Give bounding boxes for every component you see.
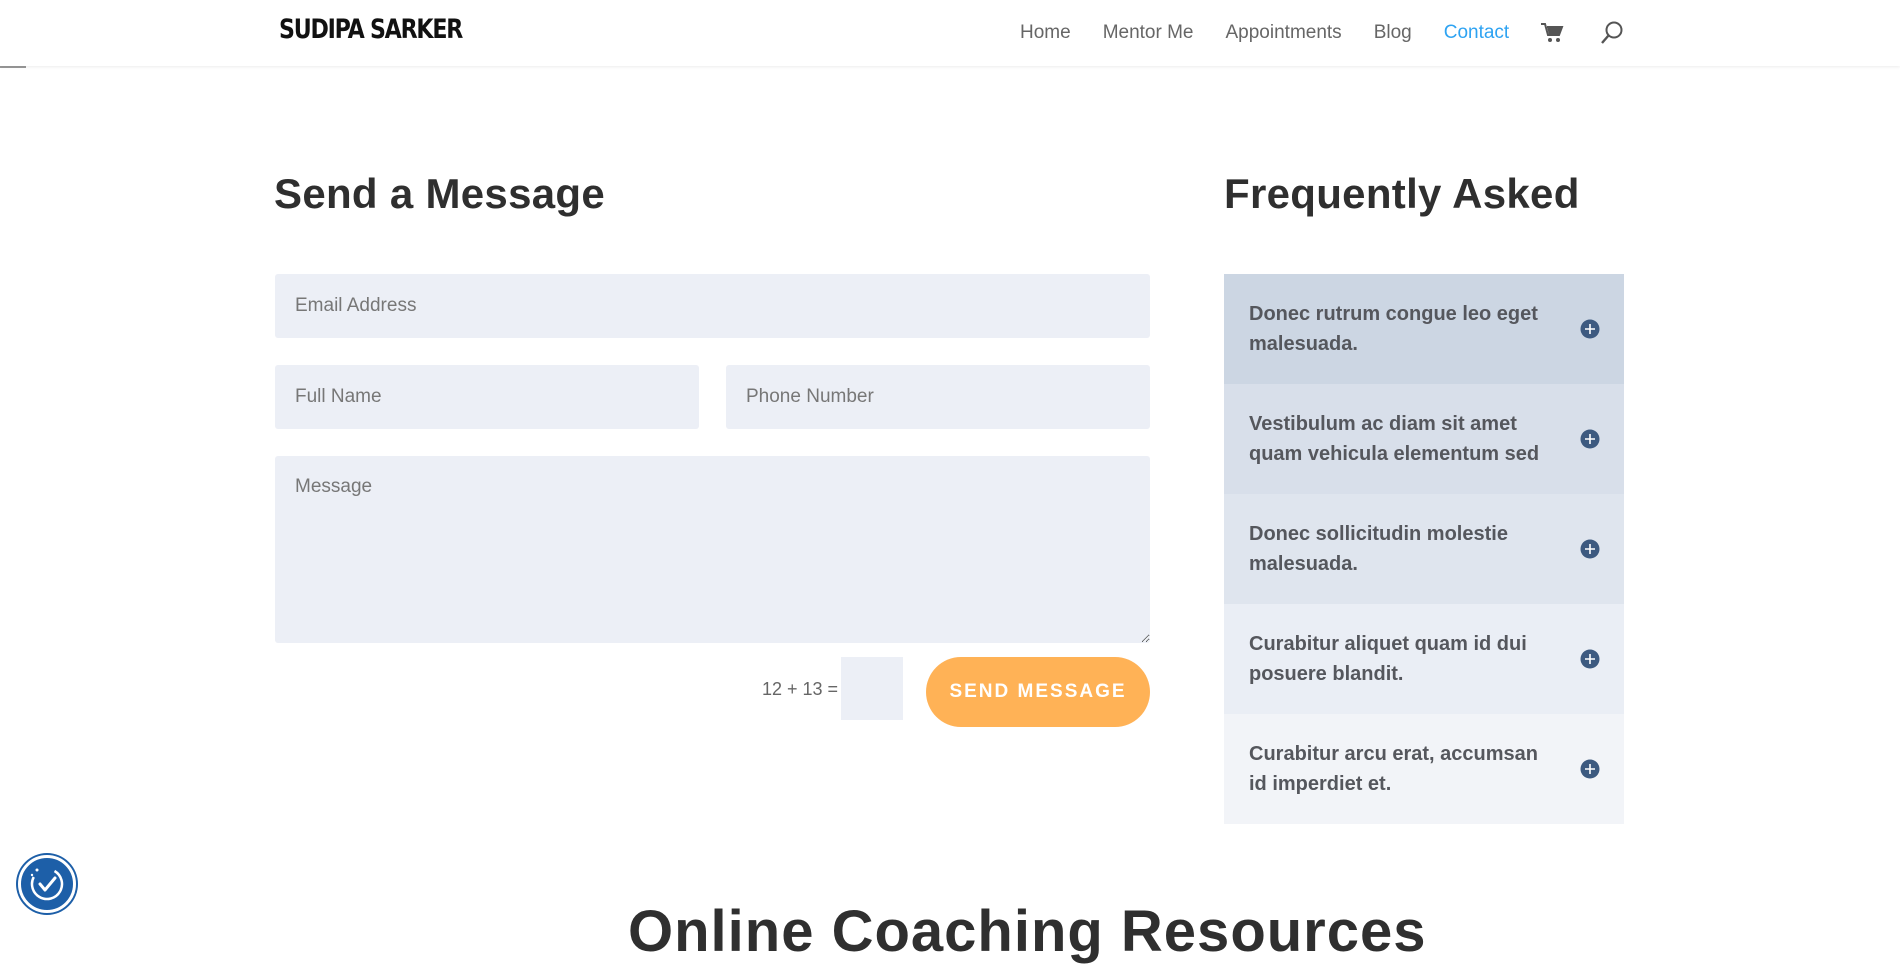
faq-question: Donec rutrum congue leo eget malesuada. (1249, 303, 1538, 355)
faq-item[interactable]: Vestibulum ac diam sit amet quam vehicul… (1224, 384, 1624, 494)
nav-appointments[interactable]: Appointments (1226, 22, 1342, 44)
search-icon[interactable] (1600, 20, 1624, 46)
nav-blog[interactable]: Blog (1374, 22, 1412, 44)
faq-question: Vestibulum ac diam sit amet quam vehicul… (1249, 413, 1540, 465)
faq-item[interactable]: Curabitur arcu erat, accumsan id imperdi… (1224, 714, 1624, 824)
plus-circle-icon[interactable] (1580, 429, 1600, 449)
site-header: SUDIPA SARKER Home Mentor Me Appointment… (0, 0, 1900, 66)
cart-icon[interactable] (1540, 22, 1564, 44)
faq-question: Donec sollicitudin molestie malesuada. (1249, 523, 1508, 575)
plus-circle-icon[interactable] (1580, 649, 1600, 669)
faq-item[interactable]: Donec rutrum congue leo eget malesuada. (1224, 274, 1624, 384)
plus-circle-icon[interactable] (1580, 539, 1600, 559)
accessibility-check-icon (30, 867, 64, 901)
site-logo[interactable]: SUDIPA SARKER (279, 14, 463, 45)
faq-question: Curabitur arcu erat, accumsan id imperdi… (1249, 743, 1538, 795)
resources-title: Online Coaching Resources (628, 899, 1427, 964)
send-message-button[interactable]: SEND MESSAGE (926, 657, 1150, 727)
faq-title: Frequently Asked (1224, 170, 1580, 217)
email-field[interactable] (275, 274, 1150, 338)
faq-item[interactable]: Curabitur aliquet quam id dui posuere bl… (1224, 604, 1624, 714)
phone-field[interactable] (726, 365, 1150, 429)
faq-accordion: Donec rutrum congue leo eget malesuada. … (1224, 274, 1624, 824)
plus-circle-icon[interactable] (1580, 759, 1600, 779)
nav-home[interactable]: Home (1020, 22, 1071, 44)
full-name-field[interactable] (275, 365, 699, 429)
accessibility-button[interactable] (18, 855, 76, 913)
nav-mentor-me[interactable]: Mentor Me (1103, 22, 1194, 44)
main-nav: Home Mentor Me Appointments Blog Contact (1020, 20, 1541, 46)
plus-circle-icon[interactable] (1580, 319, 1600, 339)
captcha-label: 12 + 13 = (762, 679, 839, 699)
captcha-input[interactable] (841, 657, 903, 720)
edge-divider (0, 66, 26, 68)
message-field[interactable] (275, 456, 1150, 643)
contact-form-title: Send a Message (274, 170, 606, 217)
faq-item[interactable]: Donec sollicitudin molestie malesuada. (1224, 494, 1624, 604)
nav-contact[interactable]: Contact (1444, 22, 1509, 44)
faq-question: Curabitur aliquet quam id dui posuere bl… (1249, 633, 1527, 685)
